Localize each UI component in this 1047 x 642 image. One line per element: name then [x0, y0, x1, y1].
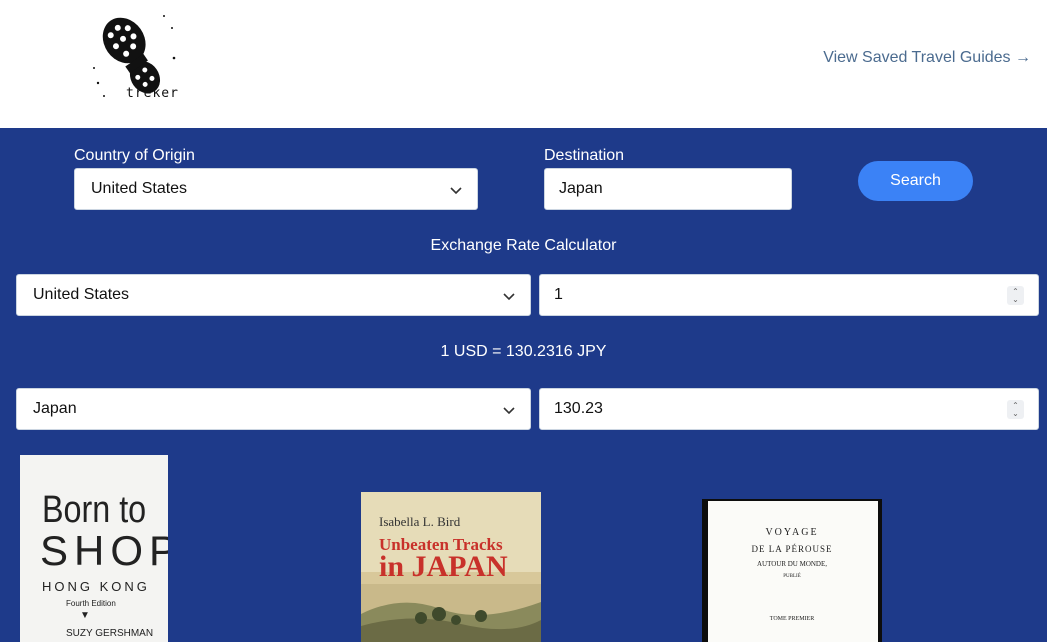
- origin-label: Country of Origin: [74, 147, 195, 164]
- landscape-illustration: [361, 584, 541, 642]
- book-title-line2: in JAPAN: [379, 550, 508, 583]
- header: treker View Saved Travel Guides →: [0, 0, 1047, 128]
- book-cover-voyage-de-la-perouse[interactable]: VOYAGE DE LA PÉROUSE AUTOUR DU MONDE, PU…: [702, 499, 882, 642]
- origin-select[interactable]: United States: [74, 168, 478, 210]
- search-button[interactable]: Search: [858, 161, 973, 201]
- to-amount-input[interactable]: 130.23 ⌃ ⌄: [539, 388, 1039, 430]
- to-currency-value: Japan: [33, 400, 77, 417]
- view-saved-guides-link[interactable]: View Saved Travel Guides →: [823, 49, 1031, 67]
- book-line1: VOYAGE: [765, 527, 819, 538]
- book-line2: DE LA PÉROUSE: [751, 544, 833, 554]
- triangle-icon: ▼: [80, 610, 90, 621]
- book-line4: PUBLIÉ: [783, 574, 801, 579]
- spinner-icon[interactable]: ⌃ ⌄: [1007, 286, 1024, 305]
- destination-label: Destination: [544, 147, 625, 164]
- book-subtitle: HONG KONG: [42, 579, 150, 594]
- destination-input[interactable]: Japan: [544, 168, 792, 210]
- exchange-rate-text: 1 USD = 130.2316 JPY: [440, 343, 607, 360]
- destination-input-value: Japan: [559, 180, 603, 197]
- origin-select-value: United States: [91, 180, 188, 197]
- chevron-down-icon: [503, 293, 515, 301]
- book-cover-unbeaten-tracks[interactable]: Isabella L. Bird Unbeaten Tracks in JAPA…: [361, 492, 541, 642]
- from-amount-value: 1: [554, 286, 563, 303]
- from-currency-select[interactable]: United States: [16, 274, 531, 316]
- from-amount-input[interactable]: 1 ⌃ ⌄: [539, 274, 1039, 316]
- spinner-icon[interactable]: ⌃ ⌄: [1007, 400, 1024, 419]
- book-title-line2: SHOP: [40, 527, 168, 574]
- logo-text: treker: [126, 86, 179, 101]
- chevron-down-icon: [503, 407, 515, 415]
- from-currency-value: United States: [33, 286, 130, 303]
- book-edition: Fourth Edition: [66, 599, 116, 608]
- book-line3: AUTOUR DU MONDE,: [756, 560, 828, 568]
- book-author: Isabella L. Bird: [379, 514, 461, 529]
- to-currency-select[interactable]: Japan: [16, 388, 531, 430]
- chevron-down-icon: [450, 187, 462, 195]
- exchange-title: Exchange Rate Calculator: [430, 237, 617, 254]
- book-cover-born-to-shop[interactable]: Born to SHOP HONG KONG Fourth Edition ▼ …: [20, 455, 168, 642]
- book-author: SUZY GERSHMAN: [66, 628, 154, 639]
- book-line5: TOME PREMIER: [769, 616, 815, 622]
- book-title-line1: Born to: [42, 489, 147, 531]
- to-amount-value: 130.23: [554, 400, 603, 417]
